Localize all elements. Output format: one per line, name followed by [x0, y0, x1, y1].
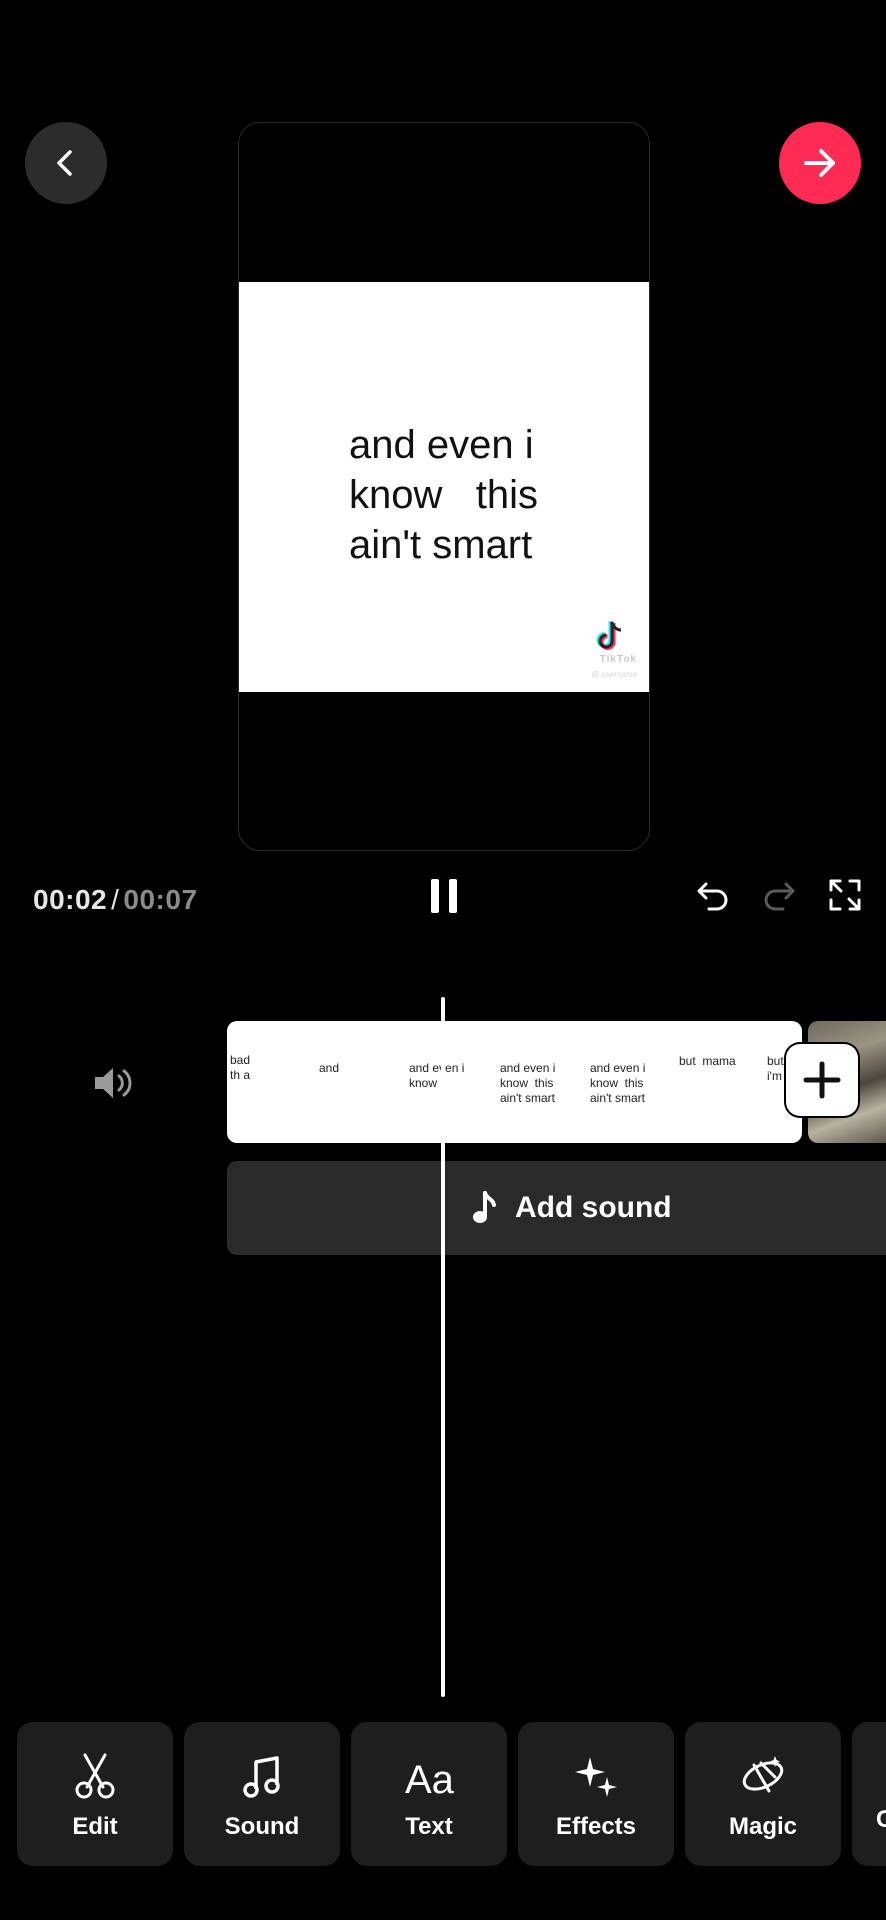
effects-label: Effects [555, 1813, 637, 1840]
text-button[interactable]: Aa Text [351, 1722, 507, 1866]
volume-icon [95, 1068, 132, 1098]
redo-icon [764, 882, 795, 911]
magic-button[interactable]: Magic [685, 1722, 841, 1866]
undo-button[interactable] [690, 872, 736, 918]
playback-time: 00:02/00:07 [33, 884, 198, 916]
magic-label: Magic [728, 1813, 797, 1840]
watermark-username: @ username [591, 670, 637, 679]
add-sound-button[interactable]: Add sound [227, 1161, 886, 1255]
pause-icon [431, 879, 457, 913]
more-label: C [876, 1806, 886, 1833]
clip-thumbnail: and even i know this ain't smart [590, 1061, 646, 1105]
video-frame: and even i know this ain't smart TikTok … [239, 282, 649, 692]
video-caption: and even i know this ain't smart [349, 423, 538, 567]
video-clip-strip[interactable]: bad th a and and even i know and even i … [227, 1021, 802, 1143]
clip-thumbnail: and even i know this ain't smart [500, 1061, 556, 1105]
add-sound-label: Add sound [515, 1191, 672, 1224]
video-preview[interactable]: and even i know this ain't smart TikTok … [238, 122, 650, 851]
clip-thumbnail: bad th a [230, 1053, 251, 1082]
sound-button[interactable]: Sound [184, 1722, 340, 1866]
sparkles-icon [575, 1757, 617, 1797]
volume-button[interactable] [88, 1058, 138, 1108]
time-separator: / [111, 884, 120, 915]
more-button[interactable]: C [852, 1722, 886, 1866]
total-time: 00:07 [123, 884, 198, 915]
current-time: 00:02 [33, 884, 108, 915]
edit-label: Edit [72, 1813, 118, 1840]
svg-text:Aa: Aa [405, 1758, 454, 1799]
tiktok-watermark: TikTok @ username [575, 620, 639, 682]
scissors-icon [75, 1753, 115, 1799]
add-clip-button[interactable] [786, 1044, 858, 1116]
edit-button[interactable]: Edit [17, 1722, 173, 1866]
pause-button[interactable] [420, 872, 468, 920]
undo-icon [697, 882, 728, 911]
arrow-right-icon [804, 149, 835, 177]
redo-button[interactable] [756, 872, 802, 918]
clip-thumbnail: and [319, 1061, 340, 1075]
chevron-left-icon [57, 150, 72, 176]
clip-thumbnail: and even i know [409, 1061, 465, 1090]
back-button[interactable] [25, 122, 107, 204]
clip-thumbnail: but mama [679, 1054, 736, 1068]
next-button[interactable] [779, 122, 861, 204]
bottom-toolbar: Edit Sound Aa Text Effects Magic C [0, 1722, 886, 1866]
fullscreen-icon [829, 879, 861, 911]
music-note-icon [243, 1756, 280, 1798]
plus-icon [803, 1061, 841, 1099]
watermark-text: TikTok [599, 654, 637, 665]
text-aa-icon: Aa [405, 1758, 454, 1799]
text-label: Text [405, 1813, 453, 1840]
sound-label: Sound [224, 1813, 300, 1840]
playhead[interactable] [441, 997, 445, 1697]
magic-icon [742, 1756, 784, 1793]
fullscreen-button[interactable] [822, 872, 868, 918]
music-note-icon [473, 1191, 496, 1223]
tiktok-logo-icon [596, 621, 622, 650]
effects-button[interactable]: Effects [518, 1722, 674, 1866]
